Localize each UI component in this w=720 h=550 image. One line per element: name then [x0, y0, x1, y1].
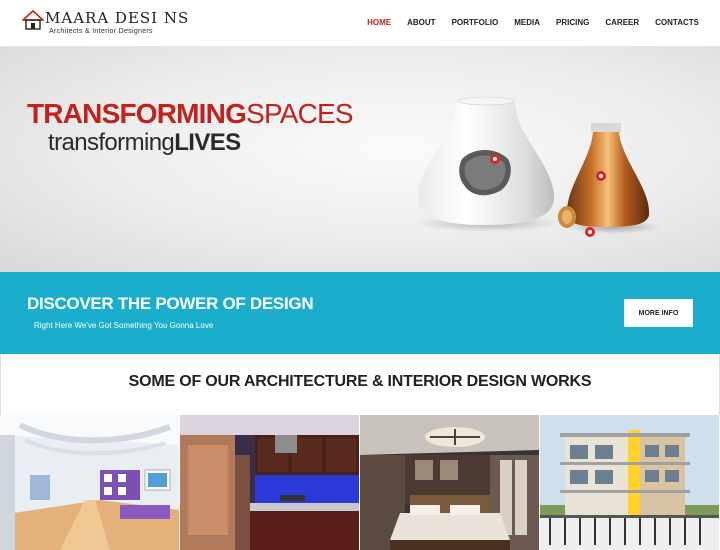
nav-pricing[interactable]: PRICING [556, 17, 589, 29]
bedroom-interior-image [360, 415, 539, 550]
nav-contacts[interactable]: CONTACTS [655, 17, 699, 29]
hero-slider: TRANSFORMINGSPACES transformingLIVES [0, 47, 720, 272]
brand-name: MAARA DESI NS [45, 9, 190, 27]
works-section: SOME OF OUR ARCHITECTURE & INTERIOR DESI… [0, 354, 720, 415]
copper-vase-image [558, 123, 660, 234]
gallery-item-bedroom[interactable] [360, 415, 540, 550]
nav-career[interactable]: CAREER [605, 17, 639, 29]
main-nav: HOME ABOUT PORTFOLIO MEDIA PRICING CAREE… [351, 17, 699, 29]
nav-media[interactable]: MEDIA [514, 17, 540, 29]
house-logo-icon [22, 9, 44, 30]
works-title: SOME OF OUR ARCHITECTURE & INTERIOR DESI… [128, 373, 592, 390]
office-interior-image [0, 415, 179, 550]
banner-title: DISCOVER THE POWER OF DESIGN [27, 294, 314, 313]
nav-home[interactable]: HOME [367, 17, 391, 29]
cta-banner: DISCOVER THE POWER OF DESIGN Right Here … [0, 272, 720, 354]
banner-subtitle: Right Here We've Got Something You Gonna… [34, 321, 214, 330]
hero-word-lives: LIVES [174, 129, 241, 156]
product-hotspot-1[interactable] [490, 154, 500, 164]
nav-portfolio[interactable]: PORTFOLIO [452, 17, 499, 29]
gallery-item-building[interactable] [540, 415, 720, 550]
brand-logo[interactable]: MAARA DESI NS Architects & Interior Desi… [22, 7, 188, 39]
gallery-item-kitchen[interactable] [180, 415, 360, 550]
kitchen-interior-image [180, 415, 359, 550]
hero-word-transforming: TRANSFORMING [27, 98, 247, 129]
product-hotspot-3[interactable] [585, 227, 595, 237]
hero-word-spaces: SPACES [246, 98, 354, 129]
hero-headline-line2: transformingLIVES [48, 129, 241, 157]
nav-about[interactable]: ABOUT [407, 17, 435, 29]
portfolio-gallery [0, 415, 720, 550]
hero-headline-line1: TRANSFORMINGSPACES [27, 98, 354, 129]
gallery-item-office[interactable] [0, 415, 180, 550]
product-hotspot-2[interactable] [596, 171, 606, 181]
brand-tagline: Architects & Interior Designers [49, 28, 153, 35]
hero-word-transforming-lower: transforming [48, 129, 175, 156]
more-info-button[interactable]: MORE INFO [624, 299, 693, 327]
site-header: MAARA DESI NS Architects & Interior Desi… [0, 0, 720, 47]
white-vase-image [416, 96, 560, 232]
building-exterior-image [540, 415, 719, 550]
